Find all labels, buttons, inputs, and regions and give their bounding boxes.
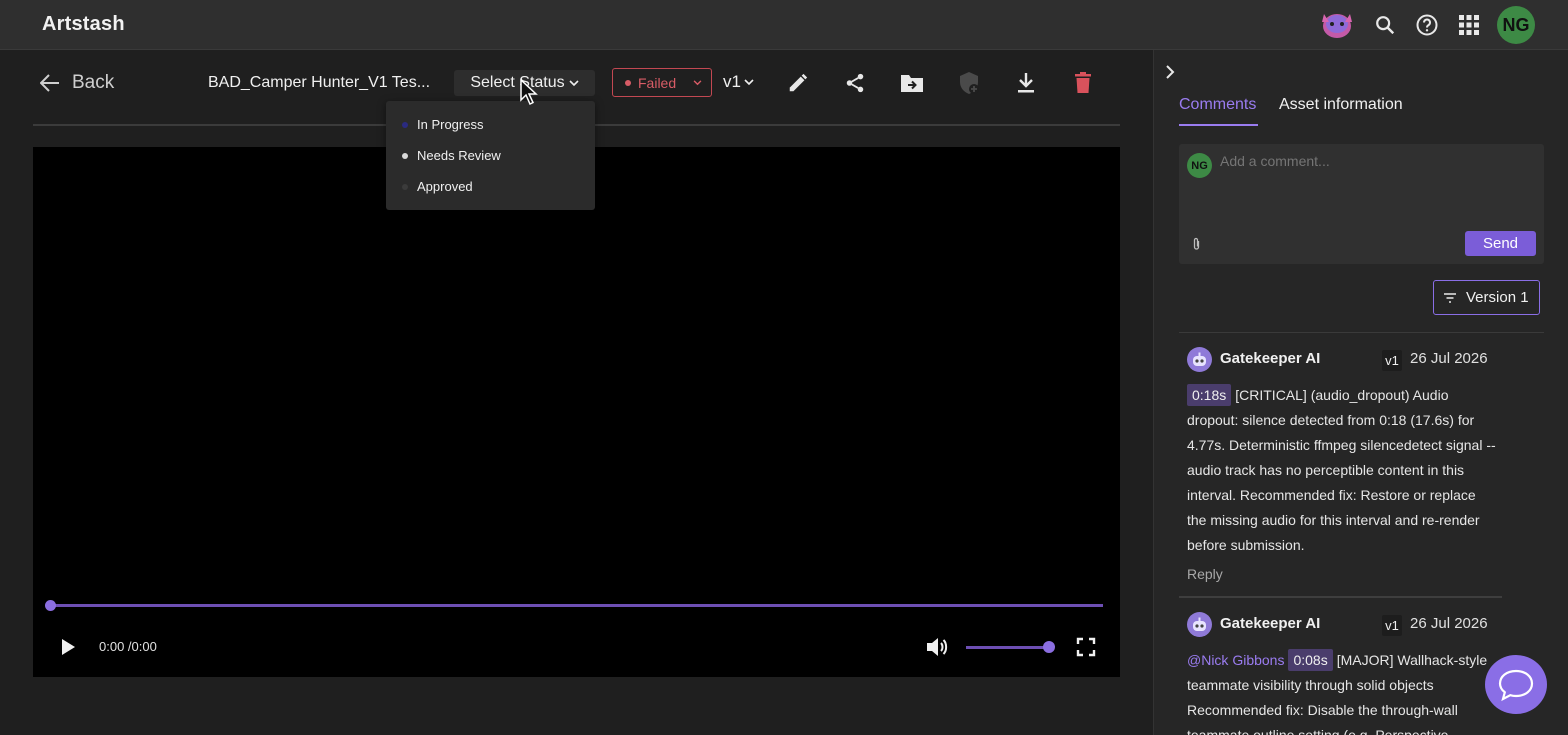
- comment-author: Gatekeeper AI: [1220, 350, 1321, 367]
- main-content: Back BAD_Camper Hunter_V1 Tes... Select …: [0, 50, 1153, 735]
- version-select[interactable]: v1: [723, 72, 754, 92]
- comment-body: @Nick Gibbons 0:08s [MAJOR] Wallhack-style…: [1179, 648, 1497, 735]
- chevron-right-icon[interactable]: [1164, 64, 1176, 80]
- edit-icon[interactable]: [785, 70, 811, 96]
- chat-bubble-icon: [1498, 669, 1534, 701]
- send-button[interactable]: Send: [1465, 231, 1536, 256]
- help-icon[interactable]: [1414, 12, 1440, 38]
- chevron-down-icon: [693, 79, 702, 85]
- comment-author: Gatekeeper AI: [1220, 615, 1321, 632]
- status-dot: [402, 152, 408, 159]
- back-label: Back: [72, 72, 115, 93]
- comment-input[interactable]: [1220, 153, 1530, 169]
- avatar: NG: [1187, 153, 1212, 178]
- play-icon[interactable]: [59, 637, 77, 657]
- asset-title: BAD_Camper Hunter_V1 Tes...: [208, 74, 431, 91]
- arrow-left-icon: [40, 74, 59, 92]
- status-option-needs-review[interactable]: Needs Review: [402, 148, 501, 163]
- status-option-label: Approved: [417, 179, 473, 194]
- status-badge-label: Failed: [638, 74, 677, 91]
- status-option-approved[interactable]: Approved: [402, 179, 473, 194]
- status-option-label: In Progress: [417, 117, 484, 132]
- volume-slider[interactable]: [966, 646, 1050, 649]
- time-display: 0:00 /0:00: [99, 639, 157, 654]
- apps-grid-icon[interactable]: [1456, 12, 1482, 38]
- comment-composer: NG Send: [1179, 144, 1544, 264]
- reply-button[interactable]: Reply: [1179, 566, 1499, 582]
- tab-asset-information[interactable]: Asset information: [1279, 96, 1403, 114]
- comment-item: Gatekeeper AI v1 26 Jul 2026 0:18s [CRITI…: [1179, 345, 1499, 582]
- paperclip-icon[interactable]: [1192, 237, 1201, 251]
- comment-body: 0:18s [CRITICAL] (audio_dropout) Audio dr…: [1179, 383, 1497, 558]
- user-mention[interactable]: @Nick Gibbons: [1187, 652, 1284, 668]
- download-icon[interactable]: [1013, 70, 1039, 96]
- bot-avatar: [1187, 612, 1212, 637]
- user-avatar[interactable]: NG: [1497, 6, 1535, 44]
- status-dot: [625, 79, 631, 86]
- comment-version-badge: v1: [1382, 350, 1402, 371]
- share-icon[interactable]: [842, 70, 868, 96]
- timestamp-link[interactable]: 0:08s: [1288, 649, 1333, 671]
- version-filter-label: Version 1: [1466, 289, 1529, 306]
- status-dropdown-menu: In Progress Needs Review Approved: [386, 101, 595, 210]
- fullscreen-icon[interactable]: [1076, 637, 1096, 657]
- tab-comments[interactable]: Comments: [1179, 96, 1256, 114]
- version-filter-button[interactable]: Version 1: [1433, 280, 1540, 315]
- search-icon[interactable]: [1372, 12, 1398, 38]
- volume-icon[interactable]: [925, 636, 949, 658]
- progress-handle[interactable]: [45, 600, 56, 611]
- back-button[interactable]: Back: [40, 72, 114, 94]
- timestamp-link[interactable]: 0:18s: [1187, 384, 1232, 406]
- comment-text: [CRITICAL] (audio_dropout) Audio dropout…: [1187, 387, 1496, 553]
- top-bar: Artstash NG: [0, 0, 1568, 50]
- filter-icon: [1444, 292, 1456, 303]
- video-player[interactable]: 0:00 /0:00: [33, 147, 1120, 677]
- progress-bar[interactable]: [50, 604, 1103, 607]
- comments-divider: [1179, 332, 1544, 333]
- volume-handle[interactable]: [1043, 641, 1055, 653]
- comment-date: 26 Jul 2026: [1410, 615, 1488, 632]
- mascot-icon[interactable]: [1320, 8, 1354, 40]
- comments-panel: Comments Asset information NG Send Versi…: [1153, 50, 1568, 735]
- status-option-in-progress[interactable]: In Progress: [402, 117, 483, 132]
- status-dot: [402, 183, 408, 190]
- status-badge[interactable]: Failed: [612, 68, 712, 97]
- app-logo-text[interactable]: Artstash: [42, 13, 125, 36]
- robot-icon: [1193, 617, 1206, 631]
- comment-divider: [1179, 596, 1502, 598]
- comment-header: Gatekeeper AI v1 26 Jul 2026: [1179, 345, 1499, 373]
- robot-icon: [1193, 352, 1206, 366]
- version-label: v1: [723, 72, 741, 91]
- comment-header: Gatekeeper AI v1 26 Jul 2026: [1179, 610, 1499, 638]
- comment-date: 26 Jul 2026: [1410, 350, 1488, 367]
- move-to-folder-icon[interactable]: [899, 70, 925, 96]
- mouse-cursor-icon: [520, 78, 538, 106]
- shield-add-icon[interactable]: [956, 70, 982, 96]
- chevron-down-icon: [569, 79, 579, 86]
- status-option-label: Needs Review: [417, 148, 501, 163]
- chevron-down-icon: [744, 78, 754, 85]
- status-dot: [402, 121, 408, 128]
- active-tab-indicator: [1179, 124, 1258, 126]
- delete-icon[interactable]: [1070, 70, 1096, 96]
- bot-avatar: [1187, 347, 1212, 372]
- comment-item: Gatekeeper AI v1 26 Jul 2026 @Nick Gibbo…: [1179, 610, 1499, 735]
- chat-support-button[interactable]: [1485, 655, 1547, 714]
- comment-version-badge: v1: [1382, 615, 1402, 636]
- select-status-label: Select Status: [470, 74, 565, 91]
